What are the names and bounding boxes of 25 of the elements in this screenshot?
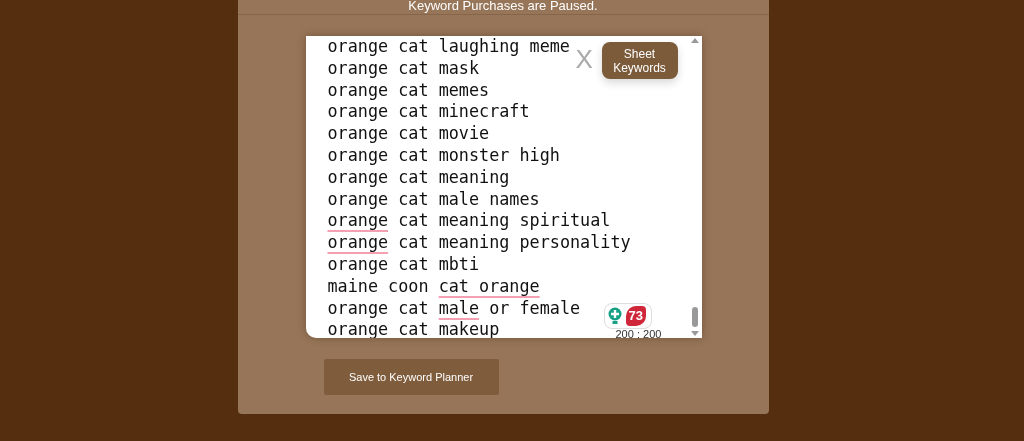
keyword-line: orange cat meaning personality [327,232,631,254]
keyword-line: orange cat meaning [327,166,510,189]
issue-count: 73 [625,306,646,326]
sheet-keywords-button[interactable]: Sheet Keywords [601,42,678,79]
grammar-badge[interactable]: 73 [603,303,652,329]
paused-notice: Keyword Purchases are Paused. [237,0,769,15]
keyword-line: orange cat minecraft [327,101,530,124]
keyword-line: orange cat mask [327,57,480,80]
bulb-icon [607,307,622,325]
scroll-up-icon[interactable] [690,38,699,43]
keyword-textarea[interactable] [305,36,702,338]
keyword-line: maine coon cat orange [327,275,540,298]
keyword-line: orange cat meaning spiritual [327,210,611,233]
character-counter: 200 : 200 [615,328,662,340]
save-button[interactable]: Save to Keyword Planner [323,359,499,395]
keyword-line: orange cat male or female [327,297,581,320]
scroll-down-icon[interactable] [690,331,699,336]
keyword-line: orange cat memes [327,79,490,102]
keyword-line: orange cat male names [327,188,540,211]
keyword-line: orange cat makeup [327,319,500,338]
keyword-line: orange cat mbti [327,253,480,276]
keyword-line: orange cat monster high [327,145,560,167]
scrollbar-thumb[interactable] [691,307,698,327]
keyword-line: orange cat movie [327,123,490,145]
keyword-line: orange cat laughing meme [327,36,570,58]
